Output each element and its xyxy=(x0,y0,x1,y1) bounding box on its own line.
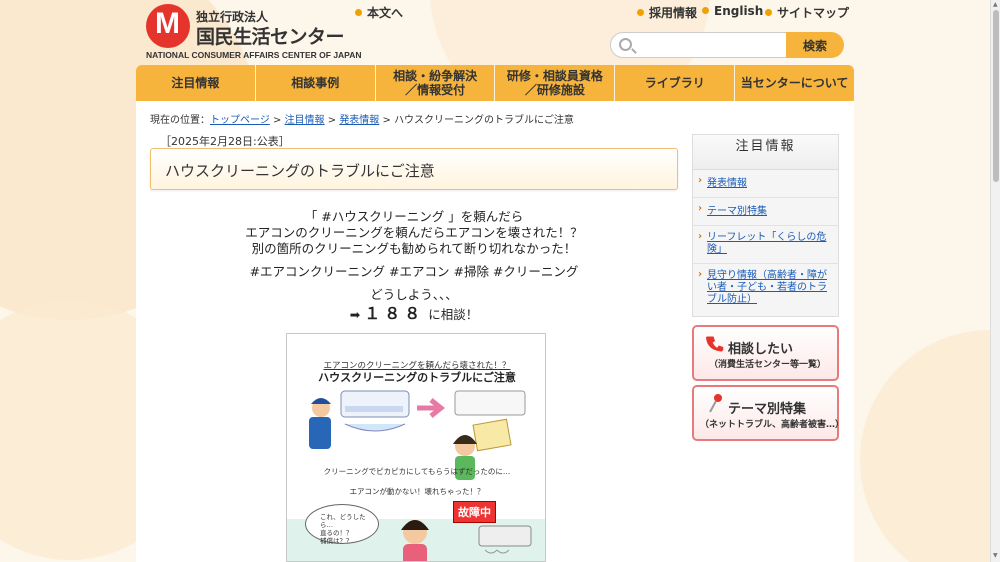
broken-aircon-illustration xyxy=(478,525,532,554)
sidebar-featured: 注目情報 発表情報 テーマ別特集 リーフレット「くらしの危険」 見守り情報（高齢… xyxy=(692,134,839,317)
vertical-scrollbar[interactable]: ▲ ▼ xyxy=(990,0,1000,562)
nav-item-library[interactable]: ライブラリ xyxy=(615,65,736,101)
nav-item-consultation[interactable]: 相談・紛争解決 ／情報受付 xyxy=(376,65,496,101)
arrow-icon: ➡ xyxy=(349,307,361,322)
hotline-suffix: に相談！ xyxy=(428,307,479,322)
publish-date: ［2025年2月28日:公表］ xyxy=(160,135,290,148)
skip-link-label: 本文へ xyxy=(367,6,404,20)
background-decoration xyxy=(860,330,990,562)
site-logo[interactable]: M 独立行政法人 国民生活センター NATIONAL CONSUMER AFFA… xyxy=(146,4,362,60)
page: M 独立行政法人 国民生活センター NATIONAL CONSUMER AFFA… xyxy=(0,0,990,562)
top-link-sitemap[interactable]: サイトマップ xyxy=(765,4,849,21)
breadcrumb-prefix: 現在の位置： xyxy=(150,115,210,126)
nav-item-cases[interactable]: 相談事例 xyxy=(256,65,376,101)
breadcrumb-link-featured[interactable]: 注目情報 xyxy=(285,115,325,126)
top-link-label: 採用情報 xyxy=(649,6,698,20)
scroll-up-icon[interactable]: ▲ xyxy=(993,1,998,8)
consult-button[interactable]: 相談したい （消費生活センター等一覧） xyxy=(692,325,839,381)
bullet-icon xyxy=(702,7,709,14)
global-nav: 注目情報 相談事例 相談・紛争解決 ／情報受付 研修・相談員資格 ／研修施設 ライブ… xyxy=(136,65,854,101)
nav-label: 研修・相談員資格 ／研修施設 xyxy=(506,69,603,97)
thought-bubble: これ、どうしたら… 直るの！？ 補償は？？ xyxy=(305,504,379,545)
article-title-box: ハウスクリーニングのトラブルにご注意 xyxy=(150,148,678,190)
phone-icon xyxy=(706,336,724,352)
pushpin-icon xyxy=(709,394,722,413)
breadcrumb-current: ハウスクリーニングのトラブルにご注意 xyxy=(394,115,574,126)
logo-english: NATIONAL CONSUMER AFFAIRS CENTER OF JAPA… xyxy=(146,50,362,60)
search-box xyxy=(610,32,788,58)
breadcrumb-link-top[interactable]: トップページ xyxy=(210,115,270,126)
illustration-text-1: クリーニングでピカピカにしてもらうはずだったのに… xyxy=(323,467,511,476)
top-link-label: サイトマップ xyxy=(777,6,850,20)
sidebar-link-theme[interactable]: テーマ別特集 xyxy=(693,198,838,226)
search-icon xyxy=(619,38,632,51)
nav-label: 相談・紛争解決 ／情報受付 xyxy=(393,69,478,97)
nav-item-featured[interactable]: 注目情報 xyxy=(136,65,256,101)
nav-item-about[interactable]: 当センターについて xyxy=(735,65,854,101)
bullet-icon xyxy=(765,9,772,16)
theme-feature-button[interactable]: テーマ別特集 （ネットトラブル、高齢者被害…） xyxy=(692,385,845,441)
hotline-line: ➡ １８８ に相談！ xyxy=(150,300,678,324)
illustration-text-2: エアコンが動かない！壊れちゃった！？ xyxy=(349,487,485,496)
theme-label: テーマ別特集 xyxy=(728,402,807,417)
worried-person-illustration xyxy=(401,520,429,561)
top-link-label: English xyxy=(714,4,764,18)
illustration-caption-2: ハウスクリーニングのトラブルにご注意 xyxy=(318,371,516,384)
top-link-english[interactable]: English xyxy=(702,4,763,18)
consult-sub: （消費生活センター等一覧） xyxy=(708,360,826,370)
page-title: ハウスクリーニングのトラブルにご注意 xyxy=(165,162,435,180)
breadcrumb: 現在の位置：トップページ > 注目情報 > 発表情報 > ハウスクリーニングのト… xyxy=(150,115,574,126)
sidebar-link-leaflet[interactable]: リーフレット「くらしの危険」 xyxy=(693,226,838,264)
lead-line-3: 別の箇所のクリーニングも勧められて断り切れなかった！ xyxy=(251,241,577,256)
search-input[interactable] xyxy=(639,36,779,54)
sidebar-title: 注目情報 xyxy=(693,135,838,170)
sidebar-link-press[interactable]: 発表情報 xyxy=(693,170,838,198)
theme-sub: （ネットトラブル、高齢者被害…） xyxy=(700,420,845,430)
scroll-down-icon[interactable]: ▼ xyxy=(993,552,998,559)
hotline-number: １８８ xyxy=(364,304,425,323)
consult-label: 相談したい xyxy=(728,342,794,357)
logo-title: 国民生活センター xyxy=(196,26,345,48)
hashtags: #エアコンクリーニング #エアコン #掃除 #クリーニング xyxy=(249,264,579,279)
bullet-icon xyxy=(355,9,362,16)
skip-to-content-link[interactable]: 本文へ xyxy=(355,4,403,21)
nav-item-training[interactable]: 研修・相談員資格 ／研修施設 xyxy=(495,65,616,101)
sidebar-link-watch[interactable]: 見守り情報（高齢者・障がい者・子ども・若者のトラブル防止） xyxy=(693,264,838,316)
bullet-icon xyxy=(637,9,644,16)
search-button[interactable]: 検索 xyxy=(786,32,844,58)
scroll-thumb[interactable] xyxy=(993,10,999,182)
logo-mark-icon: M xyxy=(146,4,190,48)
breadcrumb-link-press[interactable]: 発表情報 xyxy=(339,115,379,126)
article-illustration: エアコンのクリーニングを頼んだら壊された！？ ハウスクリーニングのトラブルにご注… xyxy=(286,333,546,562)
top-link-recruit[interactable]: 採用情報 xyxy=(637,4,697,21)
